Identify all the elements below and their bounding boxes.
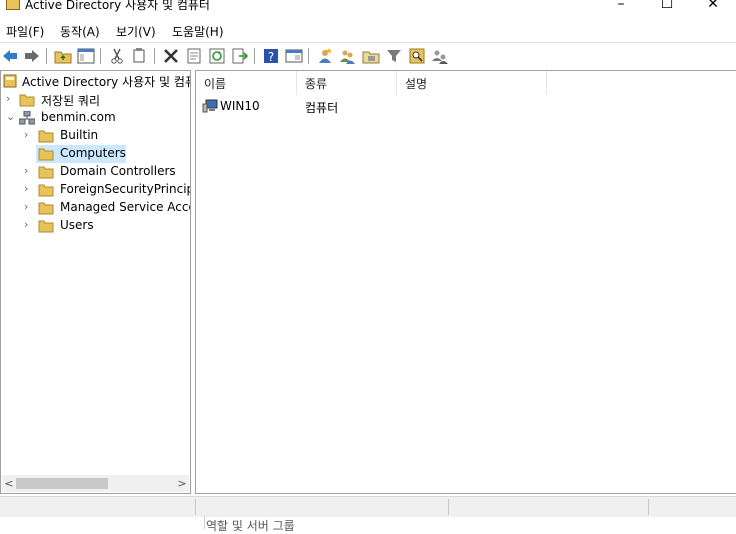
folder-icon <box>38 147 54 161</box>
tree-item-saved-queries[interactable]: › 저장된 쿼리 <box>1 91 190 109</box>
refresh-icon[interactable] <box>208 47 226 65</box>
new-group-icon[interactable] <box>339 47 357 65</box>
column-header-type[interactable]: 종류 <box>297 71 397 95</box>
toolbar: ? <box>0 42 736 70</box>
tree-item-label: ForeignSecurityPrincipals <box>60 182 190 196</box>
export-list-icon[interactable] <box>231 47 249 65</box>
folder-icon <box>38 165 54 179</box>
horizontal-scrollbar[interactable]: < > <box>2 475 189 492</box>
tree-item-label: Domain Controllers <box>60 164 176 178</box>
tree-item-domain-controllers[interactable]: › Domain Controllers <box>1 163 190 181</box>
status-bar <box>0 496 736 517</box>
folder-icon <box>38 219 54 233</box>
tree-item-label: Computers <box>60 146 126 160</box>
tree-item-label: Builtin <box>60 128 99 142</box>
maximize-button[interactable]: ☐ <box>644 0 690 16</box>
expand-chevron-icon[interactable]: › <box>24 164 34 178</box>
cell-name: WIN10 <box>220 99 260 113</box>
menu-action[interactable]: 동작(A) <box>58 23 102 40</box>
tree-item-label: 저장된 쿼리 <box>41 94 101 108</box>
new-user-icon[interactable] <box>316 47 334 65</box>
background-window-text: 역할 및 서버 그룹 <box>206 519 295 533</box>
help-icon[interactable]: ? <box>262 47 280 65</box>
minimize-button[interactable]: – <box>598 0 644 16</box>
find-icon[interactable] <box>408 47 426 65</box>
list-pane[interactable]: 이름 종류 설명 WIN10 컴퓨터 <box>195 70 736 494</box>
tree-item-label: Managed Service Accounts <box>60 200 190 214</box>
tree-item-label: benmin.com <box>41 110 116 124</box>
tree-item-foreign-security-principals[interactable]: › ForeignSecurityPrincipals <box>1 181 190 199</box>
scroll-right-icon[interactable]: > <box>175 475 189 492</box>
properties-icon[interactable] <box>185 47 203 65</box>
cell-type: 컴퓨터 <box>305 101 339 115</box>
folder-icon <box>38 183 54 197</box>
divider <box>204 516 205 529</box>
cut-icon[interactable] <box>108 47 126 65</box>
tree-item-users[interactable]: › Users <box>1 217 190 235</box>
expand-chevron-icon[interactable]: › <box>24 200 34 214</box>
copy-icon[interactable] <box>131 47 149 65</box>
close-button[interactable]: ✕ <box>690 0 736 16</box>
folder-icon <box>19 93 35 107</box>
forward-arrow-icon[interactable] <box>23 47 41 65</box>
menu-bar: 파일(F) 동작(A) 보기(V) 도움말(H) <box>0 20 736 42</box>
expand-chevron-icon[interactable]: › <box>24 128 34 142</box>
up-folder-icon[interactable] <box>54 47 72 65</box>
ad-root-icon <box>3 74 19 88</box>
tree-pane[interactable]: Active Directory 사용자 및 컴퓨터 › 저장된 쿼리 ⌄ be… <box>0 70 191 494</box>
delete-icon[interactable] <box>162 47 180 65</box>
tree-root[interactable]: Active Directory 사용자 및 컴퓨터 <box>1 72 191 90</box>
show-hide-tree-icon[interactable] <box>77 47 95 65</box>
tree-item-computers[interactable]: Computers <box>1 145 190 163</box>
tree-root-label: Active Directory 사용자 및 컴퓨터 <box>22 75 191 89</box>
svg-text:?: ? <box>268 50 274 64</box>
tree-item-domain[interactable]: ⌄ benmin.com <box>1 109 190 127</box>
tree-item-managed-service-accounts[interactable]: › Managed Service Accounts <box>1 199 190 217</box>
folder-icon <box>38 129 54 143</box>
table-row[interactable]: WIN10 컴퓨터 <box>196 97 736 115</box>
menu-view[interactable]: 보기(V) <box>114 23 158 40</box>
computer-icon <box>202 99 218 113</box>
column-header-description[interactable]: 설명 <box>397 71 547 95</box>
menu-help[interactable]: 도움말(H) <box>170 23 226 40</box>
window-title: Active Directory 사용자 및 컴퓨터 <box>25 0 210 12</box>
add-to-group-icon[interactable] <box>431 47 449 65</box>
menu-file[interactable]: 파일(F) <box>4 23 46 40</box>
folder-icon <box>38 201 54 215</box>
console-view-icon[interactable] <box>285 47 303 65</box>
collapse-chevron-icon[interactable]: ⌄ <box>6 110 16 124</box>
column-header-name[interactable]: 이름 <box>196 71 297 95</box>
domain-icon <box>18 110 36 125</box>
expand-chevron-icon[interactable]: › <box>24 182 34 196</box>
expand-chevron-icon[interactable]: › <box>24 218 34 232</box>
expand-chevron-icon[interactable]: › <box>6 92 16 106</box>
tree-item-builtin[interactable]: › Builtin <box>1 127 190 145</box>
scroll-thumb[interactable] <box>16 478 108 489</box>
back-arrow-icon[interactable] <box>1 47 19 65</box>
title-bar: Active Directory 사용자 및 컴퓨터 – ☐ ✕ <box>0 0 736 16</box>
app-icon <box>6 0 20 10</box>
filter-icon[interactable] <box>385 47 403 65</box>
new-ou-icon[interactable] <box>362 47 380 65</box>
tree-item-label: Users <box>60 218 94 232</box>
scroll-left-icon[interactable]: < <box>2 475 16 492</box>
